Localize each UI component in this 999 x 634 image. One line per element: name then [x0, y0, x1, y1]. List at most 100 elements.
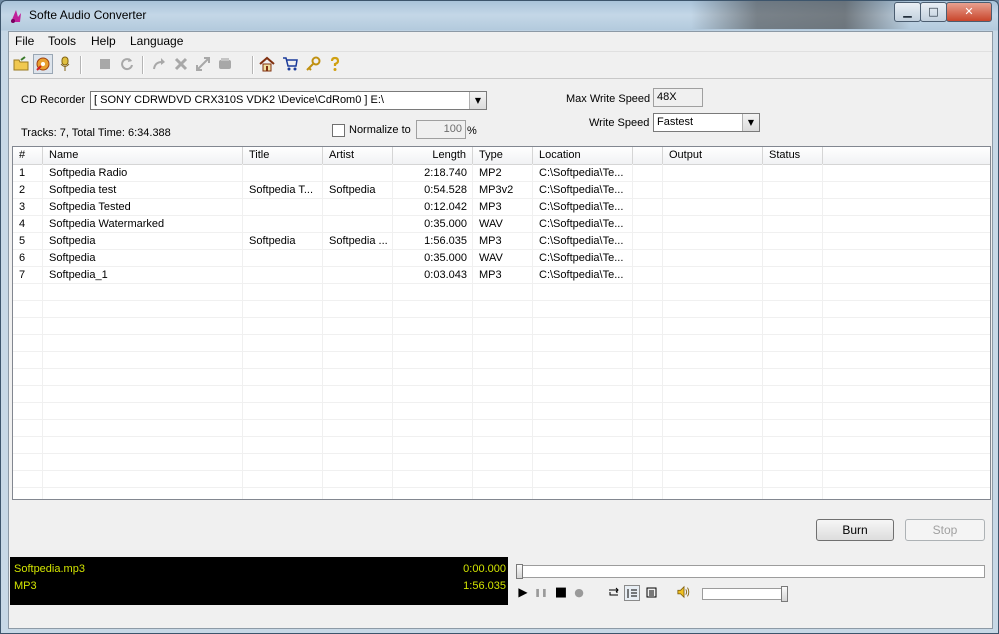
normalize-label: Normalize to — [349, 124, 411, 136]
cell-length: 0:12.042 — [424, 201, 467, 213]
column-name[interactable]: Name — [43, 147, 243, 164]
list-button[interactable] — [644, 585, 658, 599]
cell-artist — [323, 165, 393, 182]
record-button[interactable]: ● — [572, 585, 586, 599]
cart-button[interactable] — [280, 54, 300, 74]
cell-artist: Softpedia ... — [329, 235, 388, 247]
playlist-button[interactable] — [624, 585, 640, 601]
normalize-input[interactable]: 100 — [416, 120, 466, 139]
table-row[interactable]: 1 Softpedia Radio 2:18.740 MP2 C:\Softpe… — [13, 165, 990, 182]
key-button[interactable] — [303, 54, 323, 74]
track-list-header: # Name Title Artist Length Type Location… — [13, 147, 990, 165]
table-row[interactable]: 3 Softpedia Tested 0:12.042 MP3 C:\Softp… — [13, 199, 990, 216]
burn-button[interactable]: Burn — [816, 519, 894, 541]
volume-slider[interactable] — [702, 586, 788, 602]
cell-length: 1:56.035 — [424, 235, 467, 247]
grid-row-line — [13, 385, 990, 386]
track-list[interactable]: # Name Title Artist Length Type Location… — [12, 146, 991, 500]
player-position: 0:00.000 — [463, 563, 506, 575]
cell-name: Softpedia — [49, 252, 96, 264]
microphone-button[interactable] — [55, 54, 75, 74]
cell-title: Softpedia T... — [249, 184, 314, 196]
player-filename: Softpedia.mp3 — [14, 563, 85, 575]
repeat-button[interactable] — [606, 585, 620, 599]
column-number[interactable]: # — [13, 147, 43, 164]
cell-name: Softpedia Watermarked — [49, 218, 165, 230]
column-artist[interactable]: Artist — [323, 147, 393, 164]
write-speed-select[interactable]: Fastest ▼ — [653, 113, 760, 132]
minimize-button[interactable]: ▁ — [894, 2, 921, 22]
seek-bar[interactable] — [516, 564, 985, 579]
help-button[interactable] — [325, 54, 345, 74]
cell-type: MP3 — [479, 201, 502, 213]
table-row[interactable]: 2 Softpedia test Softpedia T... Softpedi… — [13, 182, 990, 199]
maximize-button[interactable]: □ — [920, 2, 947, 22]
menu-language[interactable]: Language — [130, 34, 183, 48]
cd-recorder-select[interactable]: [ SONY CDRWDVD CRX310S VDK2 \Device\CdRo… — [90, 91, 487, 110]
cell-output — [663, 165, 763, 182]
stop-play-button[interactable]: ■ — [554, 585, 568, 600]
toolbar-separator — [80, 56, 82, 74]
cell-name: Softpedia_1 — [49, 269, 108, 281]
column-status[interactable]: Status — [763, 147, 823, 164]
microphone-icon — [60, 56, 70, 71]
table-row[interactable]: 5 Softpedia Softpedia Softpedia ... 1:56… — [13, 233, 990, 250]
refresh-button[interactable] — [117, 54, 137, 74]
normalize-checkbox[interactable] — [332, 124, 345, 137]
cell-name: Softpedia test — [49, 184, 117, 196]
cell-length: 2:18.740 — [424, 167, 467, 179]
chevron-down-icon: ▼ — [742, 114, 759, 131]
minimize-icon: ▁ — [903, 5, 912, 18]
delete-icon — [174, 57, 188, 71]
cell-title — [243, 199, 323, 216]
burn-disc-button[interactable] — [215, 54, 235, 74]
cell-title — [243, 216, 323, 233]
key-icon — [306, 56, 321, 71]
table-row[interactable]: 7 Softpedia_1 0:03.043 MP3 C:\Softpedia\… — [13, 267, 990, 284]
grid-row-line — [13, 470, 990, 471]
table-row[interactable]: 6 Softpedia 0:35.000 WAV C:\Softpedia\Te… — [13, 250, 990, 267]
column-length[interactable]: Length — [393, 147, 473, 164]
play-button[interactable]: ▶ — [516, 585, 530, 599]
pause-button[interactable]: ❚❚ — [534, 585, 548, 599]
home-button[interactable] — [257, 54, 277, 74]
table-row[interactable]: 4 Softpedia Watermarked 0:35.000 WAV C:\… — [13, 216, 990, 233]
delete-button[interactable] — [171, 54, 191, 74]
open-folder-button[interactable] — [11, 54, 31, 74]
cell-type: WAV — [479, 218, 503, 230]
speaker-icon — [677, 585, 690, 599]
add-files-button[interactable] — [33, 54, 53, 74]
expand-button[interactable] — [193, 54, 213, 74]
column-blank[interactable] — [633, 147, 663, 164]
window-title: Softe Audio Converter — [29, 8, 147, 22]
column-type[interactable]: Type — [473, 147, 533, 164]
tracks-info: Tracks: 7, Total Time: 6:34.388 — [21, 127, 171, 139]
menu-file[interactable]: File — [15, 34, 34, 48]
cell-type: WAV — [479, 252, 503, 264]
redo-button[interactable] — [149, 54, 169, 74]
volume-thumb[interactable] — [781, 586, 788, 602]
maximize-icon: □ — [928, 5, 939, 18]
grid-row-line — [13, 436, 990, 437]
menu-tools[interactable]: Tools — [48, 34, 76, 48]
stop-button[interactable]: Stop — [905, 519, 985, 541]
column-output[interactable]: Output — [663, 147, 763, 164]
play-icon: ▶ — [518, 585, 528, 599]
cell-title — [243, 267, 323, 284]
cell-number: 7 — [19, 269, 26, 281]
cell-output — [663, 233, 763, 250]
cell-name: Softpedia Tested — [49, 201, 131, 213]
cell-type: MP3 — [479, 269, 502, 281]
cell-output — [663, 250, 763, 267]
menu-bar: File Tools Help Language — [9, 32, 992, 52]
stop-tool-button[interactable] — [95, 54, 115, 74]
menu-help[interactable]: Help — [91, 34, 116, 48]
close-button[interactable]: ✕ — [946, 2, 992, 22]
column-location[interactable]: Location — [533, 147, 633, 164]
volume-button[interactable] — [677, 585, 691, 599]
seek-thumb[interactable] — [516, 564, 523, 579]
cell-number: 6 — [19, 252, 26, 264]
title-bar[interactable]: Softe Audio Converter ▁ □ ✕ — [1, 1, 998, 31]
column-title[interactable]: Title — [243, 147, 323, 164]
cell-location: C:\Softpedia\Te... — [539, 235, 624, 247]
